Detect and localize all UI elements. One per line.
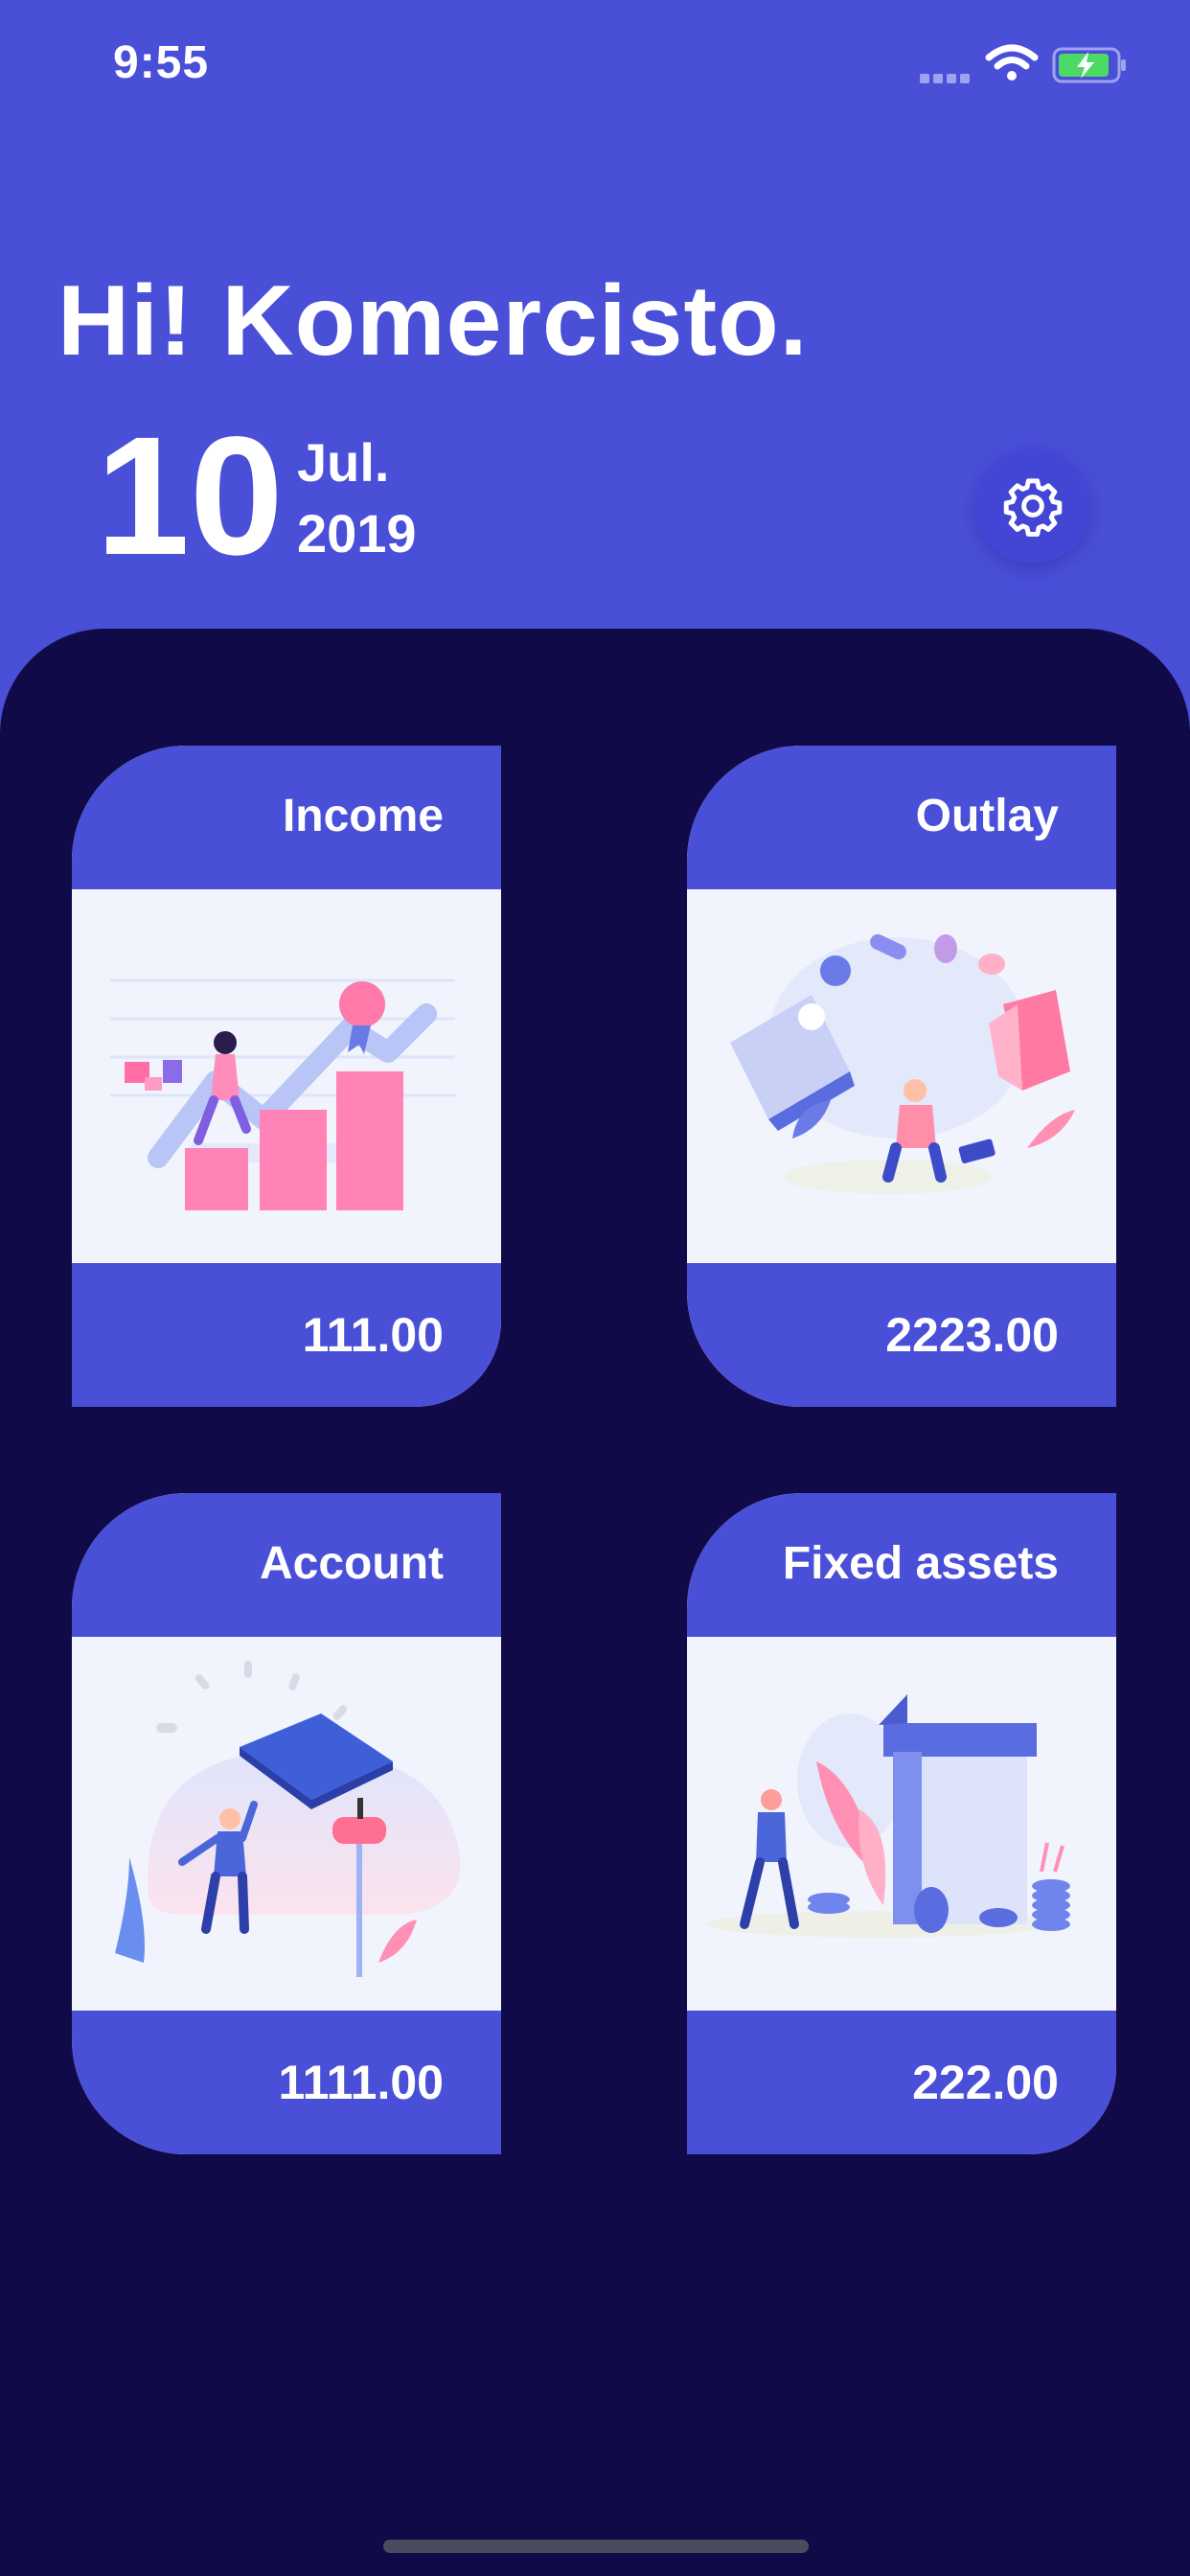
outlay-card[interactable]: Outlay 2223.00 — [687, 746, 1116, 1407]
shopping-illustration — [687, 889, 1116, 1263]
card-title: Account — [260, 1538, 444, 1589]
growth-chart-illustration — [72, 889, 501, 1263]
status-time: 9:55 — [113, 37, 210, 88]
fixed-assets-card[interactable]: Fixed assets 222.00 — [687, 1493, 1116, 2154]
card-footer: 2223.00 — [687, 1263, 1116, 1407]
account-card[interactable]: Account 1111.00 — [72, 1493, 501, 2154]
card-title: Outlay — [915, 791, 1059, 841]
card-footer: 111.00 — [72, 1263, 501, 1407]
home-indicator[interactable] — [383, 2540, 809, 2553]
greeting-title: Hi! Komercisto. — [57, 265, 809, 377]
battery-charging-icon — [1052, 46, 1129, 89]
card-value: 2223.00 — [885, 1308, 1059, 1362]
date-year: 2019 — [297, 503, 417, 564]
date-month: Jul. — [297, 432, 390, 493]
credit-card-illustration — [72, 1637, 501, 2011]
card-value: 1111.00 — [278, 2056, 444, 2109]
card-header: Fixed assets — [687, 1493, 1116, 1637]
gear-icon — [1003, 478, 1063, 537]
wifi-icon — [985, 44, 1039, 87]
card-header: Income — [72, 746, 501, 889]
card-footer: 222.00 — [687, 2011, 1116, 2154]
card-footer: 1111.00 — [72, 2011, 501, 2154]
status-bar: 9:55 — [0, 0, 1190, 134]
settings-button[interactable] — [975, 448, 1090, 564]
card-header: Account — [72, 1493, 501, 1637]
income-card[interactable]: Income 111.00 — [72, 746, 501, 1407]
card-header: Outlay — [687, 746, 1116, 889]
card-value: 222.00 — [912, 2056, 1059, 2109]
signal-dots-icon — [920, 71, 973, 88]
card-title: Fixed assets — [782, 1538, 1059, 1589]
card-title: Income — [282, 791, 444, 841]
building-coins-illustration — [687, 1637, 1116, 2011]
card-value: 111.00 — [302, 1308, 444, 1362]
date-day: 10 — [96, 402, 284, 590]
